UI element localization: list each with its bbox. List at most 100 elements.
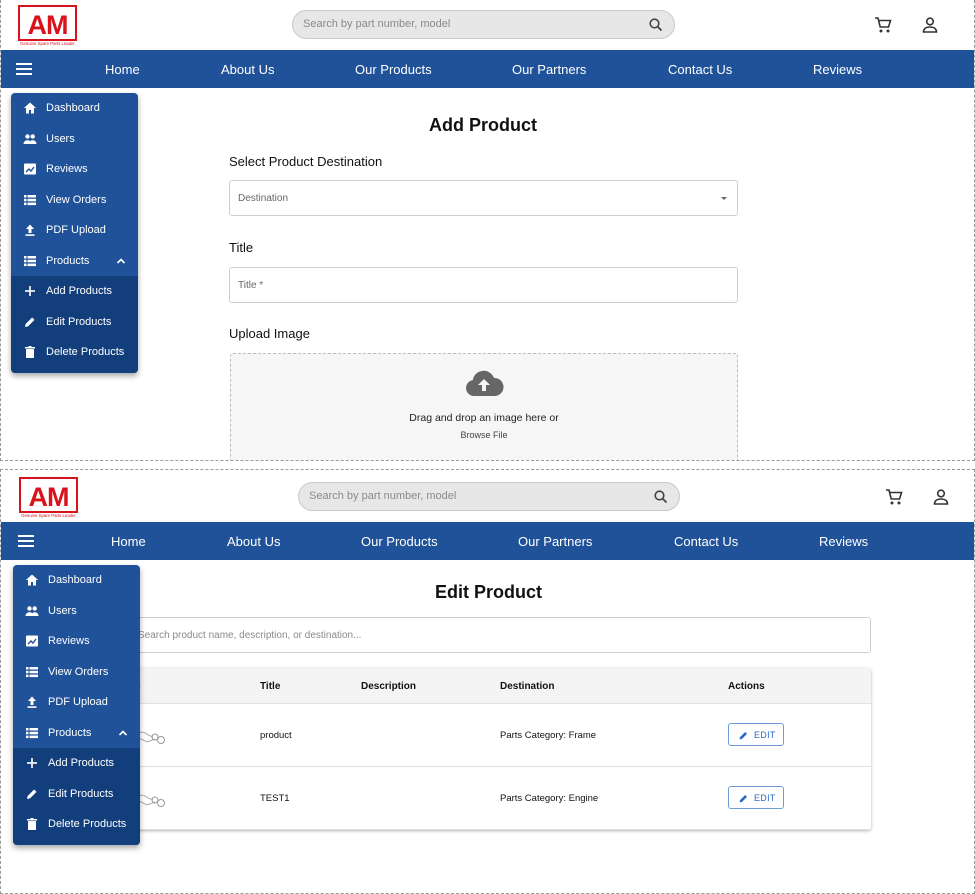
- column-header-destination: Destination: [500, 681, 555, 692]
- upload-icon: [27, 696, 37, 708]
- svg-text:AM: AM: [29, 482, 69, 512]
- sidebar-item-label: Products: [48, 726, 92, 739]
- hamburger-icon[interactable]: [18, 534, 34, 548]
- sidebar-footer: [13, 839, 140, 845]
- dropzone-text: Drag and drop an image here or: [409, 412, 559, 424]
- sidebar-item-add-products[interactable]: Add Products: [13, 748, 140, 779]
- column-header-description: Description: [361, 681, 417, 692]
- browse-file-link[interactable]: Browse File: [231, 430, 737, 440]
- sidebar-item-edit-products[interactable]: Edit Products: [11, 306, 138, 337]
- trash-icon: [25, 346, 35, 358]
- svg-text:Genuine Spare Parts Leader: Genuine Spare Parts Leader: [20, 41, 75, 46]
- table-row: product Parts Category: Frame EDIT: [119, 704, 871, 767]
- sidebar-item-label: Add Products: [46, 285, 113, 297]
- sidebar-footer: [11, 367, 138, 373]
- search-bar[interactable]: Search by part number, model: [292, 10, 675, 39]
- nav-home[interactable]: Home: [111, 534, 146, 549]
- nav-reviews[interactable]: Reviews: [819, 534, 868, 549]
- admin-sidebar: Dashboard Users Reviews View Orders PDF …: [11, 93, 138, 373]
- svg-text:AM: AM: [28, 10, 68, 40]
- main-navbar: Home About Us Our Products Our Partners …: [1, 522, 974, 560]
- sidebar-item-view-orders[interactable]: View Orders: [11, 185, 138, 216]
- add-product-screen: AM Genuine Spare Parts Leader Search by …: [0, 0, 975, 461]
- nav-our-partners[interactable]: Our Partners: [512, 62, 586, 77]
- home-icon: [26, 574, 38, 586]
- edit-button-label: EDIT: [754, 730, 776, 740]
- search-placeholder: Search by part number, model: [303, 18, 451, 30]
- edit-button-label: EDIT: [754, 793, 776, 803]
- nav-about-us[interactable]: About Us: [221, 62, 274, 77]
- destination-select[interactable]: Destination: [229, 180, 738, 216]
- chevron-up-icon[interactable]: [116, 256, 126, 266]
- user-icon[interactable]: [931, 487, 951, 507]
- sidebar-item-delete-products[interactable]: Delete Products: [11, 337, 138, 368]
- cart-icon[interactable]: [884, 487, 904, 507]
- column-header-actions: Actions: [728, 681, 765, 692]
- nav-contact-us[interactable]: Contact Us: [668, 62, 732, 77]
- dropdown-arrow-icon: [721, 197, 727, 200]
- title-input[interactable]: Title *: [229, 267, 738, 303]
- sidebar-item-pdf-upload[interactable]: PDF Upload: [11, 215, 138, 246]
- nav-our-partners[interactable]: Our Partners: [518, 534, 592, 549]
- brand-logo[interactable]: AM Genuine Spare Parts Leader: [17, 5, 78, 47]
- pencil-icon: [27, 789, 37, 799]
- sidebar-item-products[interactable]: Products: [13, 718, 140, 749]
- users-icon: [23, 133, 37, 144]
- edit-button[interactable]: EDIT: [728, 723, 784, 746]
- edit-button[interactable]: EDIT: [728, 786, 784, 809]
- sidebar-item-label: Users: [48, 604, 77, 617]
- sidebar-item-pdf-upload[interactable]: PDF Upload: [13, 687, 140, 718]
- destination-placeholder: Destination: [238, 193, 289, 204]
- hamburger-icon[interactable]: [16, 62, 32, 76]
- sidebar-item-label: Edit Products: [46, 315, 112, 328]
- pencil-icon: [739, 794, 748, 803]
- main-navbar: Home About Us Our Products Our Partners …: [1, 50, 974, 88]
- sidebar-item-view-orders[interactable]: View Orders: [13, 657, 140, 688]
- sidebar-item-reviews[interactable]: Reviews: [11, 154, 138, 185]
- nav-reviews[interactable]: Reviews: [813, 62, 862, 77]
- nav-about-us[interactable]: About Us: [227, 534, 280, 549]
- search-icon[interactable]: [648, 17, 664, 33]
- chevron-up-icon[interactable]: [118, 728, 128, 738]
- nav-contact-us[interactable]: Contact Us: [674, 534, 738, 549]
- sidebar-item-dashboard[interactable]: Dashboard: [11, 93, 138, 124]
- sidebar-item-label: Dashboard: [48, 574, 102, 586]
- sidebar-item-reviews[interactable]: Reviews: [13, 626, 140, 657]
- product-search-input[interactable]: Search product name, description, or des…: [119, 617, 871, 653]
- row-title: product: [260, 730, 292, 741]
- table-row: TEST1 Parts Category: Engine EDIT: [119, 767, 871, 830]
- upload-icon: [25, 224, 35, 236]
- sidebar-item-users[interactable]: Users: [11, 124, 138, 155]
- sidebar-item-delete-products[interactable]: Delete Products: [13, 809, 140, 840]
- search-bar[interactable]: Search by part number, model: [298, 482, 680, 511]
- sidebar-item-edit-products[interactable]: Edit Products: [13, 778, 140, 809]
- site-header: AM Genuine Spare Parts Leader Search by …: [1, 470, 974, 520]
- edit-product-screen: AM Genuine Spare Parts Leader Search by …: [0, 469, 975, 894]
- sidebar-item-dashboard[interactable]: Dashboard: [13, 565, 140, 596]
- nav-our-products[interactable]: Our Products: [355, 62, 432, 77]
- nav-home[interactable]: Home: [105, 62, 140, 77]
- reviews-icon: [24, 163, 36, 175]
- sidebar-item-label: Delete Products: [46, 346, 125, 358]
- nav-our-products[interactable]: Our Products: [361, 534, 438, 549]
- image-dropzone[interactable]: Drag and drop an image here or Browse Fi…: [230, 353, 738, 460]
- sidebar-item-add-products[interactable]: Add Products: [11, 276, 138, 307]
- destination-label: Select Product Destination: [229, 154, 383, 169]
- cart-icon[interactable]: [873, 15, 893, 35]
- home-icon: [24, 102, 36, 114]
- page-title: Add Product: [429, 115, 537, 135]
- sidebar-item-products[interactable]: Products: [11, 246, 138, 277]
- plus-icon: [27, 758, 37, 768]
- search-icon[interactable]: [653, 489, 669, 505]
- row-destination: Parts Category: Engine: [500, 793, 599, 804]
- column-header-title: Title: [260, 681, 281, 692]
- sidebar-item-label: Reviews: [48, 635, 90, 647]
- title-placeholder: Title *: [238, 280, 264, 291]
- sidebar-item-users[interactable]: Users: [13, 596, 140, 627]
- trash-icon: [27, 818, 37, 830]
- row-destination: Parts Category: Frame: [500, 730, 597, 741]
- page-title: Edit Product: [435, 582, 542, 602]
- product-search-placeholder: Search product name, description, or des…: [138, 630, 362, 641]
- brand-logo[interactable]: AM Genuine Spare Parts Leader: [18, 477, 79, 519]
- user-icon[interactable]: [920, 15, 940, 35]
